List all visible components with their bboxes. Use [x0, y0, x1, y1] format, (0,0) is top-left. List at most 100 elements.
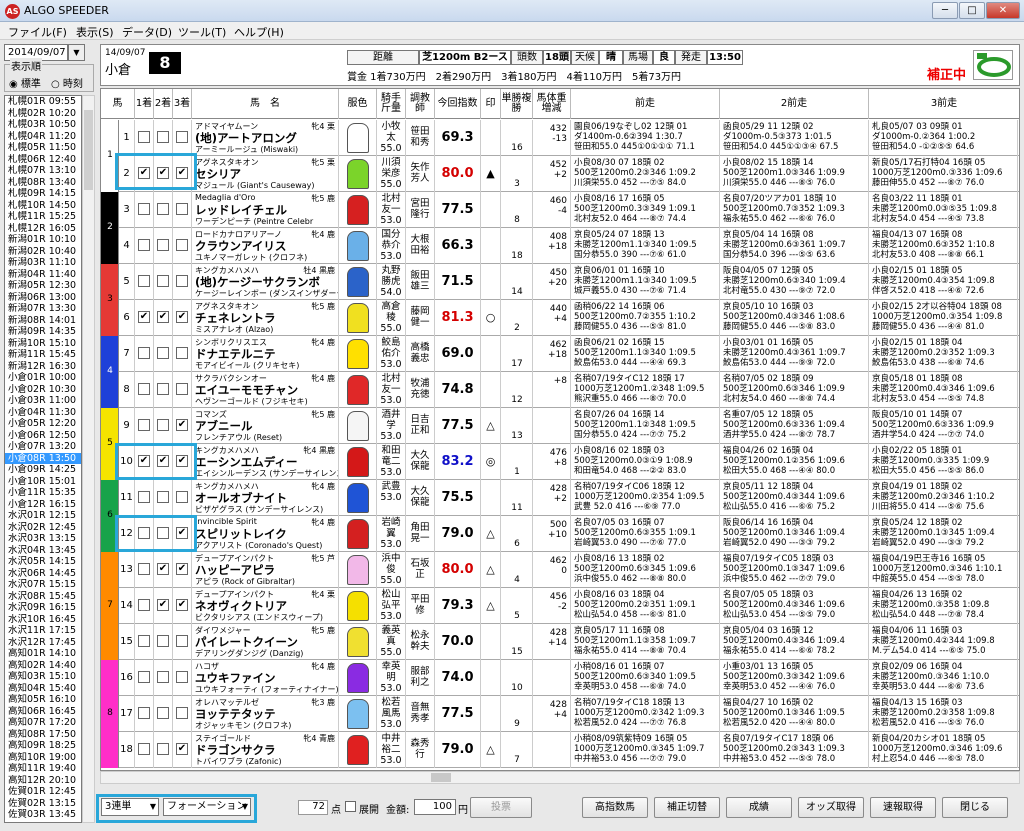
race-list-item[interactable]: 新潟03R 11:10	[5, 257, 81, 269]
horse-name-cell[interactable]: アグネスタキオン 牝5 栗セシリア マジュール (Giant's Causeway)	[192, 156, 339, 192]
prev-race-3[interactable]: 京良05/18 01 18頭 08 未勝芝1200m0.4③346 1:09.6 北…	[869, 372, 1018, 408]
prev-race-1[interactable]: 小稍08/16 01 16頭 07 500芝1200m0.6③340 1:09.5…	[571, 660, 720, 696]
finish-1-checkbox[interactable]	[138, 419, 150, 431]
horse-row[interactable]: 15 ダイワメジャー 牝5 鹿パイレートクイーン デアリングダンジグ (Danzig)…	[101, 624, 1019, 660]
scroll-thumb[interactable]	[84, 110, 93, 190]
horse-row[interactable]: 10 ✔ ✔ ✔ キングカメハメハ 牝4 黒鹿 エーシンエムディー エイシンルーデンス (サン…	[101, 444, 1019, 480]
horse-name-cell[interactable]: デュープアインパクト 牝5 芦ハッピーアピラ アピラ (Rock of Gibral…	[192, 552, 339, 588]
col-index[interactable]: 今回指数	[435, 89, 481, 119]
horse-name-cell[interactable]: キングカメハメハ 牝4 黒鹿 エーシンエムディー エイシンルーデンス (サンデーサイレ…	[192, 444, 339, 480]
col-horse-no[interactable]: 馬	[101, 89, 135, 119]
sort-time-radio[interactable]: ○ 時刻	[51, 75, 83, 90]
horse-row[interactable]: 12 ✔ Invincible Spirit 牝4 鹿スピリットレイク アクアリスト (…	[101, 516, 1019, 552]
horse-name-cell[interactable]: ダイワメジャー 牝5 鹿パイレートクイーン デアリングダンジグ (Danzig)	[192, 624, 339, 660]
results-button[interactable]: 成績	[726, 797, 792, 818]
race-list-item[interactable]: 小倉12R 16:15	[5, 499, 81, 511]
finish-1-checkbox[interactable]	[138, 743, 150, 755]
finish-1-checkbox[interactable]	[138, 563, 150, 575]
prev-race-2[interactable]: 函良05/29 11 12頭 02 ダ1000m-0.5③373 1:01.5 笹田…	[720, 120, 869, 156]
col-prev3[interactable]: 3前走	[869, 89, 1019, 119]
col-2nd[interactable]: 2着	[154, 89, 173, 119]
race-list-item[interactable]: 新潟04R 11:40	[5, 269, 81, 281]
race-list[interactable]: 札幌01R 09:55 札幌02R 10:20 札幌03R 10:50 札幌04R 1…	[4, 95, 82, 823]
finish-1-checkbox[interactable]	[138, 239, 150, 251]
menu-file[interactable]: ファイル(F)	[8, 24, 67, 40]
menu-data[interactable]: データ(D)	[122, 24, 172, 40]
finish-1-checkbox[interactable]	[138, 599, 150, 611]
finish-2-checkbox[interactable]	[157, 743, 169, 755]
race-list-item[interactable]: 小倉06R 12:50	[5, 430, 81, 442]
finish-1-checkbox[interactable]	[138, 635, 150, 647]
race-list-item[interactable]: 水沢08R 15:45	[5, 591, 81, 603]
race-list-item[interactable]: 札幌12R 16:05	[5, 223, 81, 235]
horse-name-cell[interactable]: アドマイヤムーン 牝4 栗 (地)アートアロング アーミールージュ (Miswaki)	[192, 120, 339, 156]
prev-race-2[interactable]: 名良07/20ツアカ01 18頭 10 500芝1200m0.7③352 1:09…	[720, 192, 869, 228]
horse-row[interactable]: 6 ✔ ✔ ✔ アグネスタキオン 牝5 鹿チェネレントラ ミスアナレオ (Alzao) 高倉稜…	[101, 300, 1019, 336]
race-list-item[interactable]: 水沢05R 14:15	[5, 556, 81, 568]
prev-race-3[interactable]: 新良04/20カシオ01 18頭 05 1000万芝1200m0.③346 1:0…	[869, 732, 1018, 768]
race-list-item[interactable]: 新潟05R 12:30	[5, 280, 81, 292]
prev-race-2[interactable]: 小良08/02 15 18頭 14 500芝1200m1.0③346 1:09.9…	[720, 156, 869, 192]
finish-2-checkbox[interactable]	[157, 347, 169, 359]
prev-race-1[interactable]: 小良08/16 17 16頭 05 500芝1200m0.3③349 1:09.1…	[571, 192, 720, 228]
race-list-item[interactable]: 水沢11R 17:15	[5, 625, 81, 637]
race-list-item[interactable]: 札幌08R 13:40	[5, 177, 81, 189]
finish-2-checkbox[interactable]: ✔	[157, 563, 169, 575]
finish-3-checkbox[interactable]: ✔	[176, 311, 188, 323]
finish-1-checkbox[interactable]	[138, 707, 150, 719]
prev-race-2[interactable]: 福良04/26 02 16頭 04 500芝1200m0.1②356 1:09.6…	[720, 444, 869, 480]
finish-3-checkbox[interactable]: ✔	[176, 599, 188, 611]
finish-1-checkbox[interactable]	[138, 131, 150, 143]
prev-race-3[interactable]: 阪良05/10 01 14頭 07 500芝1200m0.6③336 1:09.9…	[869, 408, 1018, 444]
maximize-button[interactable]: □	[959, 2, 985, 19]
prediction-mark[interactable]: △	[481, 516, 501, 552]
horse-row[interactable]: 7 シンボリクリスエス 牝4 鹿ドナエテルニテ モアイビイール (クリキセキ) 鮫島佑介…	[101, 336, 1019, 372]
race-list-item[interactable]: 小倉03R 11:00	[5, 395, 81, 407]
prev-race-1[interactable]: 小良08/16 13 18頭 02 500芝1200m0.6③345 1:09.6…	[571, 552, 720, 588]
race-list-item[interactable]: 札幌02R 10:20	[5, 108, 81, 120]
prev-race-1[interactable]: 京良05/17 11 16頭 08 500芝1200m1.1③358 1:09.7…	[571, 624, 720, 660]
horse-name-cell[interactable]: Invincible Spirit 牝4 鹿スピリットレイク アクアリスト (Cor…	[192, 516, 339, 552]
race-list-item[interactable]: 水沢02R 12:45	[5, 522, 81, 534]
prev-race-3[interactable]: 京良02/09 06 16頭 04 未勝芝1200m0.③346 1:10.0 幸英…	[869, 660, 1018, 696]
race-list-item[interactable]: 札幌05R 11:50	[5, 142, 81, 154]
race-list-item[interactable]: 新潟06R 13:00	[5, 292, 81, 304]
prediction-mark[interactable]: ▲	[481, 156, 501, 192]
close-window-button[interactable]: ✕	[986, 2, 1020, 19]
col-1st[interactable]: 1着	[135, 89, 154, 119]
horse-row[interactable]: 16 ハコザ 牝4 鹿ユウキファイン ユウキフォーティ (フォーティナイナー) 幸英明 5…	[101, 660, 1019, 696]
horse-row[interactable]: 18 ✔ ステイゴールド 牝4 青鹿 ドラゴンサクラ トバイワブラ (Zafonic) 中井…	[101, 732, 1019, 768]
prev-race-3[interactable]: 福良04/13 15 16頭 03 未勝芝1200m0.2③358 1:09.8 松…	[869, 696, 1018, 732]
prev-race-2[interactable]: 京良05/04 14 16頭 08 未勝芝1200m0.6③361 1:09.7 国…	[720, 228, 869, 264]
prev-race-1[interactable]: 小良08/30 07 18頭 02 500芝1200m0.2③346 1:09.2…	[571, 156, 720, 192]
finish-3-checkbox[interactable]: ✔	[176, 419, 188, 431]
col-horse-name[interactable]: 馬 名	[192, 89, 339, 119]
prev-race-1[interactable]: 京良05/24 07 18頭 13 未勝芝1200m1.1③340 1:09.5 国…	[571, 228, 720, 264]
horse-name-cell[interactable]: サクラバクシンオー 牝4 鹿エイユーモモチャン ヘヴンーゴールド (フジキセキ)	[192, 372, 339, 408]
hscroll-thumb[interactable]	[431, 773, 451, 782]
race-list-item[interactable]: 札幌06R 12:40	[5, 154, 81, 166]
horse-name-cell[interactable]: キングカメハメハ 牡4 黒鹿 (地)ケージーサクランボ ケージーレインボー (ダンスイ…	[192, 264, 339, 300]
prediction-mark[interactable]	[481, 372, 501, 408]
race-list-item[interactable]: 水沢10R 16:45	[5, 614, 81, 626]
race-list-item[interactable]: 水沢07R 15:15	[5, 579, 81, 591]
prev-race-1[interactable]: 園良06/19なぞし02 12頭 01 ダ1400m-0.6②394 1:30.7…	[571, 120, 720, 156]
prev-race-2[interactable]: 京良05/11 12 18頭 04 500芝1200m0.4③344 1:09.6…	[720, 480, 869, 516]
col-prev2[interactable]: 2前走	[720, 89, 869, 119]
finish-2-checkbox[interactable]	[157, 203, 169, 215]
horse-row[interactable]: 8 サクラバクシンオー 牝4 鹿エイユーモモチャン ヘヴンーゴールド (フジキセキ) 北…	[101, 372, 1019, 408]
race-list-item[interactable]: 札幌09R 14:15	[5, 188, 81, 200]
prev-race-3[interactable]: 小良02/15 01 18頭 04 未勝芝1200m0.2③352 1:09.3 鮫…	[869, 336, 1018, 372]
finish-3-checkbox[interactable]	[176, 347, 188, 359]
prediction-mark[interactable]: ○	[481, 300, 501, 336]
menu-tools[interactable]: ツール(T)	[178, 24, 226, 40]
prev-race-1[interactable]: 函良06/21 02 16頭 15 500芝1200m1.1③340 1:09.5…	[571, 336, 720, 372]
race-list-item[interactable]: 新潟10R 15:10	[5, 338, 81, 350]
vote-button[interactable]: 投票	[470, 797, 532, 818]
prev-race-1[interactable]: 名良07/05 03 16頭 07 500芝1200m0.6③355 1:09.1…	[571, 516, 720, 552]
finish-3-checkbox[interactable]	[176, 635, 188, 647]
finish-1-checkbox[interactable]	[138, 491, 150, 503]
horse-row[interactable]: 2 ✔ ✔ ✔ アグネスタキオン 牝5 栗セシリア マジュール (Giant's Cause…	[101, 156, 1019, 192]
horse-name-cell[interactable]: デュープアインパクト 牝4 栗ネオヴィクトリア ビクタリシアス (エンドスウィープ)	[192, 588, 339, 624]
horse-name-cell[interactable]: ロードカナロアリアーノ 牝4 鹿クラウンアイリス ユキノマーガレット (クロフネ)	[192, 228, 339, 264]
